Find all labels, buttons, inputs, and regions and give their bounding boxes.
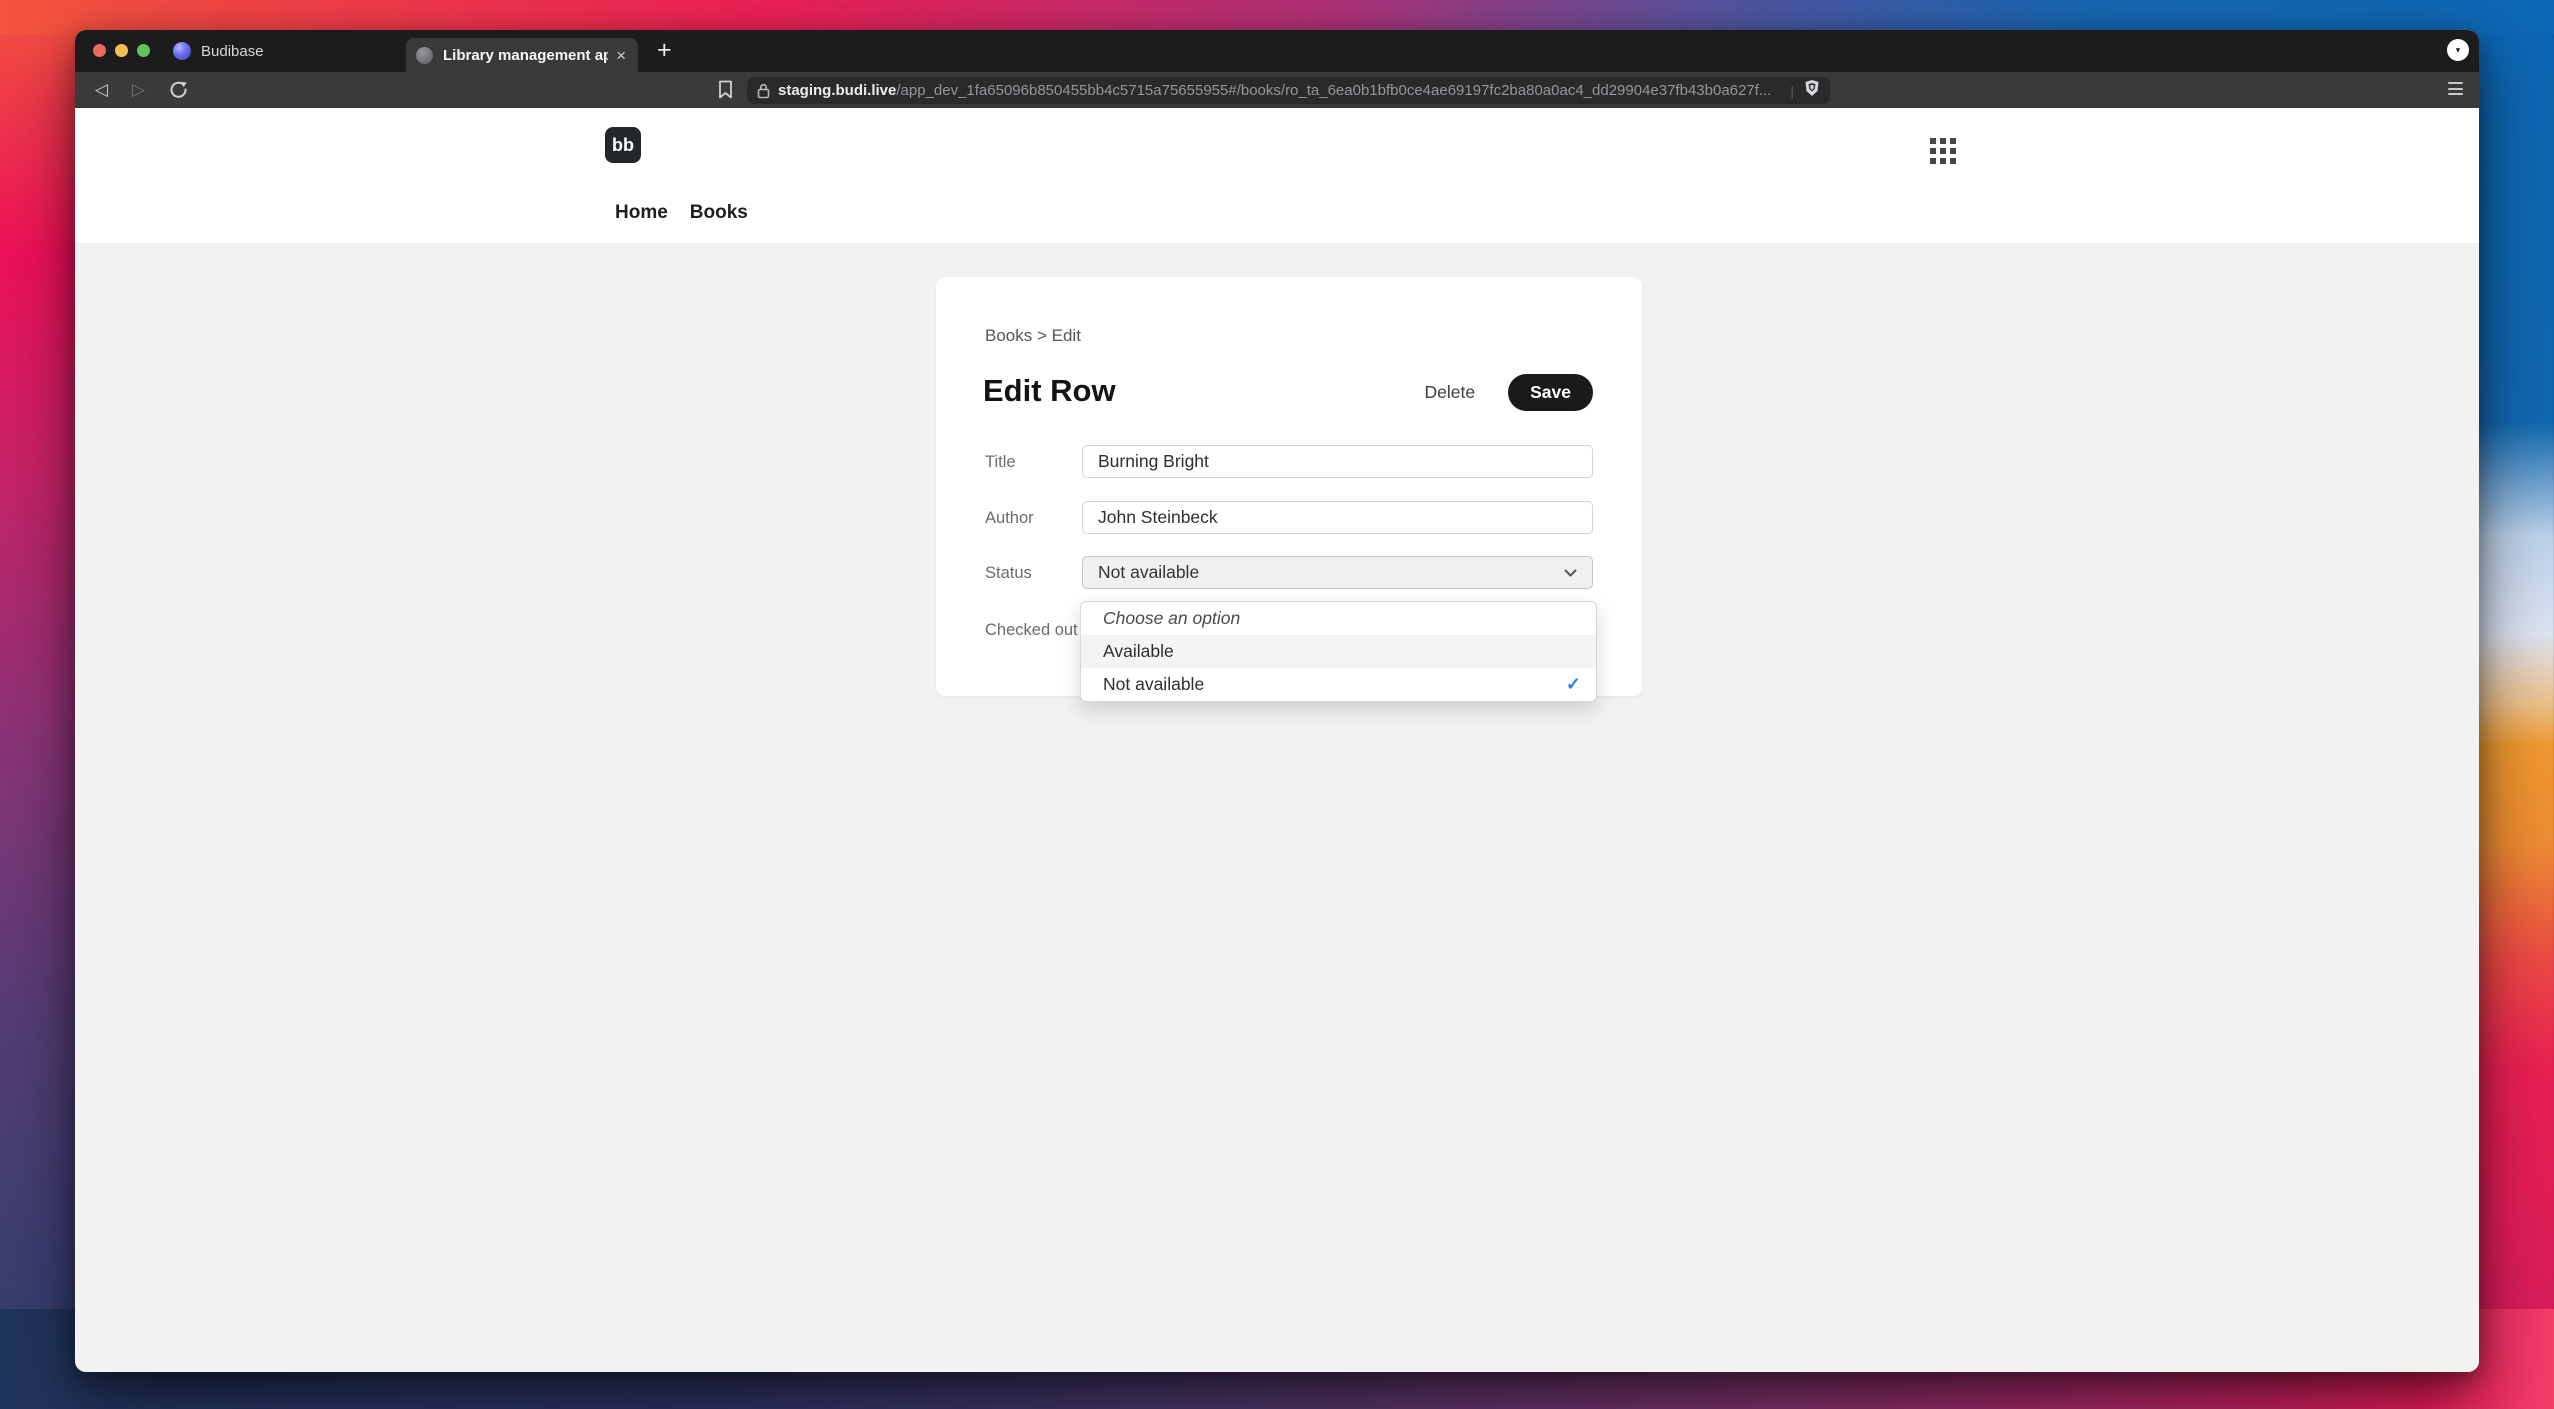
status-dropdown: Choose an option Available Not available… — [1080, 601, 1597, 702]
brave-shield-icon[interactable] — [1804, 79, 1820, 102]
tab-search-button[interactable]: ▼ — [2447, 39, 2469, 61]
close-window-button[interactable] — [93, 44, 106, 57]
bb-logo[interactable]: bb — [605, 127, 641, 163]
new-tab-button[interactable]: + — [657, 35, 672, 65]
app-nav: Home Books — [615, 202, 748, 224]
apps-grid-icon[interactable] — [1930, 138, 1956, 164]
status-select-value: Not available — [1098, 562, 1199, 583]
back-button[interactable]: ◁ — [95, 72, 108, 108]
window-controls — [93, 44, 150, 57]
lock-icon[interactable] — [757, 83, 770, 99]
url-separator: | — [1790, 83, 1794, 99]
nav-books-link[interactable]: Books — [690, 202, 748, 224]
dropdown-placeholder-option[interactable]: Choose an option — [1081, 602, 1596, 635]
menu-button[interactable] — [2448, 82, 2463, 95]
card-actions: Delete Save — [1419, 374, 1593, 411]
edit-row-card: Books > Edit Edit Row Delete Save Title … — [936, 277, 1642, 696]
url-path: /app_dev_1fa65096b850455bb4c5715a7565595… — [896, 82, 1784, 99]
status-label: Status — [985, 564, 1032, 583]
option-label: Not available — [1103, 674, 1204, 695]
tab-search-icon: ▼ — [2454, 46, 2461, 54]
bookmark-icon — [718, 80, 733, 99]
page-favicon-icon — [416, 47, 433, 64]
app-header: bb Home Books — [75, 108, 2479, 243]
bookmark-button[interactable] — [718, 80, 733, 104]
dropdown-option-available[interactable]: Available — [1081, 635, 1596, 668]
nav-home-link[interactable]: Home — [615, 202, 668, 224]
minimize-window-button[interactable] — [115, 44, 128, 57]
chevron-down-icon — [1564, 569, 1577, 577]
reload-icon — [169, 80, 188, 99]
forward-button[interactable]: ▷ — [132, 72, 145, 108]
save-button[interactable]: Save — [1508, 374, 1593, 411]
tab-strip: Budibase Library management app × + ▼ — [75, 30, 2479, 72]
tab-label: Budibase — [201, 43, 264, 60]
dropdown-option-not-available[interactable]: Not available ✓ — [1081, 668, 1596, 701]
title-field[interactable] — [1082, 445, 1593, 478]
browser-window: Budibase Library management app × + ▼ ◁ … — [75, 30, 2479, 1372]
close-tab-icon[interactable]: × — [614, 47, 628, 64]
delete-button[interactable]: Delete — [1419, 381, 1482, 404]
tab-budibase[interactable]: Budibase — [163, 30, 383, 72]
wallpaper-top — [0, 0, 2554, 34]
url-bar[interactable]: staging.budi.live /app_dev_1fa65096b8504… — [747, 77, 1830, 104]
page-title: Edit Row — [983, 373, 1116, 409]
status-select[interactable]: Not available — [1082, 556, 1593, 589]
breadcrumb[interactable]: Books > Edit — [985, 326, 1081, 346]
app-main: Books > Edit Edit Row Delete Save Title … — [75, 243, 2479, 1372]
budibase-favicon-icon — [173, 42, 191, 60]
check-icon: ✓ — [1566, 674, 1581, 695]
menu-icon — [2448, 82, 2463, 84]
author-label: Author — [985, 509, 1034, 528]
tab-library-management-app[interactable]: Library management app × — [406, 38, 638, 72]
url-domain: staging.budi.live — [778, 82, 896, 99]
title-label: Title — [985, 453, 1016, 472]
zoom-window-button[interactable] — [137, 44, 150, 57]
browser-toolbar: ◁ ▷ staging.budi.live /app_dev_1fa65096b… — [75, 72, 2479, 108]
author-field[interactable] — [1082, 501, 1593, 534]
reload-button[interactable] — [169, 80, 188, 99]
tab-label: Library management app — [443, 47, 608, 64]
